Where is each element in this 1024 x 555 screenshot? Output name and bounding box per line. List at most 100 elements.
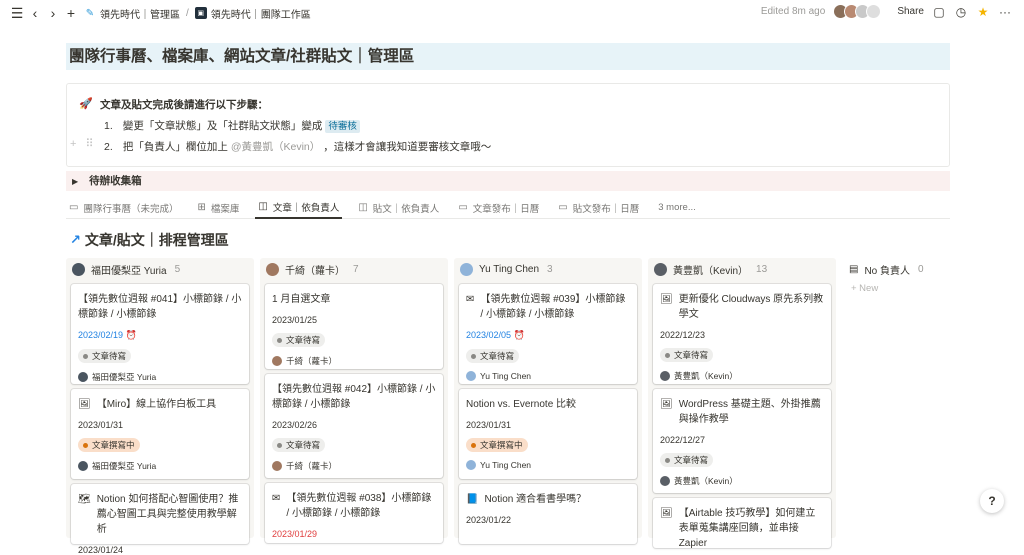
avatar — [460, 262, 473, 276]
board-card[interactable]: Notion vs. Evernote 比較 2023/01/31 文章撰寫中 … — [459, 389, 637, 479]
card-owner: 福田優梨亞 Yuria — [78, 371, 242, 383]
card-title: 【領先數位週報 #041】小標節錄 / 小標節錄 / 小標節錄 — [78, 294, 242, 320]
help-button[interactable]: ? — [980, 489, 1004, 513]
calendar-icon: ▭ — [69, 202, 79, 213]
card-date: 2023/02/05 ⏰ — [466, 330, 525, 340]
card-title: 1 月自選文章 — [272, 294, 331, 305]
status-badge: 文章待寫 — [660, 348, 714, 362]
board-card[interactable]: 🖼 更新優化 Cloudways 原先系列教學文 2022/12/23 文章待寫 … — [653, 284, 831, 384]
tab-more[interactable]: 3 more... — [655, 197, 699, 219]
inbox-icon: ▤ — [849, 263, 859, 275]
card-date: 2023/02/19 ⏰ — [78, 330, 137, 340]
page-title[interactable]: 團隊行事曆、檔案庫、網站文章/社群貼文｜管理區 — [66, 43, 950, 70]
board-card[interactable]: ✉ 【領先數位週報 #039】小標節錄 / 小標節錄 / 小標節錄 2023/02… — [459, 284, 637, 384]
avatar — [72, 262, 85, 276]
comment-icon[interactable]: ▢ — [932, 5, 946, 19]
card-date: 2023/01/22 — [466, 515, 512, 525]
status-tag: 待審核 — [325, 120, 360, 133]
more-options-icon[interactable]: ··· — [998, 5, 1012, 19]
calendar-icon: ▭ — [558, 202, 568, 213]
avatar — [272, 461, 282, 471]
tab-posts-by-owner[interactable]: ◫ 貼文｜依負責人 — [355, 197, 442, 219]
breadcrumb-item-workspace[interactable]: 領先時代｜團隊工作區 — [211, 6, 311, 21]
tab-label: 貼文｜依負責人 — [372, 203, 440, 215]
board-icon: ◫ — [358, 202, 368, 213]
callout-step-2: 2. 把「負責人」欄位加上 @黃豊凱（Kevin） ，這樣才會讓我知道要審核文章… — [104, 139, 491, 154]
toggle-label: 待辦收集箱 — [89, 175, 142, 187]
card-title: 🖼 【Airtable 技巧教學】如何建立表單蒐集講座回饋，並串接 Zapier — [660, 508, 816, 549]
status-badge: 文章待寫 — [272, 333, 326, 347]
card-date: 2023/01/31 — [78, 420, 124, 430]
column-header[interactable]: ▤ No 負責人 0 — [843, 258, 1024, 280]
column-count: 7 — [353, 263, 359, 275]
callout-step-1: 1. 變更「文章狀態」及「社群貼文狀態」變成 待審核 — [104, 118, 360, 133]
column-header[interactable]: Yu Ting Chen 3 — [454, 258, 642, 280]
board-icon: ◫ — [258, 201, 268, 212]
status-dot — [277, 337, 282, 343]
clock-history-icon[interactable]: ◷ — [954, 5, 968, 19]
step-number: 2. — [104, 141, 113, 153]
column-count: 3 — [547, 263, 553, 275]
status-badge: 文章待寫 — [466, 349, 520, 363]
column-header[interactable]: 福田優梨亞 Yuria 5 — [66, 258, 254, 280]
board-card[interactable]: 🖼 【Miro】線上協作白板工具 2023/01/31 文章撰寫中 福田優梨亞 Y… — [71, 389, 249, 479]
avatar — [654, 262, 667, 276]
drag-handle-icon[interactable]: + ⠿ — [70, 137, 97, 150]
user-mention[interactable]: @黃豊凱（Kevin） — [231, 141, 320, 153]
miro-icon: 🖼 — [78, 399, 91, 410]
column-name: No 負責人 — [864, 265, 911, 277]
board-card[interactable]: 1 月自選文章 2023/01/25 文章待寫 千綺（蘿卡） — [265, 284, 443, 369]
board-card[interactable]: 🗺 Notion 如何搭配心智圖使用？推薦心智圖工具與完整使用教學解析 2023/… — [71, 484, 249, 555]
rocket-icon: 🚀 — [79, 98, 93, 110]
status-dot — [471, 353, 476, 359]
sidebar-menu-icon[interactable]: ☰ — [8, 4, 26, 22]
card-owner: 黃豊凱（Kevin） — [660, 370, 824, 382]
star-icon[interactable]: ★ — [976, 5, 990, 19]
add-page-icon[interactable]: + — [62, 4, 80, 22]
tab-file-library[interactable]: ⊞ 檔案庫 — [194, 197, 242, 219]
avatar — [660, 371, 670, 381]
column-header[interactable]: 千綺（蘿卡） 7 — [260, 258, 448, 280]
tab-label: 團隊行事曆（未完成） — [83, 203, 179, 215]
board-card[interactable]: ✉ 【領先數位週報 #038】小標節錄 / 小標節錄 / 小標節錄 2023/01… — [265, 483, 443, 543]
column-header[interactable]: 黃豊凱（Kevin） 13 — [648, 258, 836, 280]
board-card[interactable]: 🖼 【Airtable 技巧教學】如何建立表單蒐集講座回饋，並串接 Zapier — [653, 498, 831, 549]
calendar-icon: ▭ — [458, 202, 468, 213]
avatar — [272, 356, 282, 366]
card-title: 🖼 WordPress 基礎主題、外掛推薦與操作教學 — [660, 399, 821, 425]
board-card[interactable]: 【領先數位週報 #041】小標節錄 / 小標節錄 / 小標節錄 2023/02/… — [71, 284, 249, 384]
tab-article-calendar[interactable]: ▭ 文章發布｜日曆 — [455, 197, 542, 219]
workspace-logo-icon: ▣ — [194, 7, 207, 19]
board-title[interactable]: ↗ 文章/貼文｜排程管理區 — [70, 230, 229, 250]
board-card[interactable]: 🖼 WordPress 基礎主題、外掛推薦與操作教學 2022/12/27 文章待… — [653, 389, 831, 493]
status-badge: 文章待寫 — [78, 349, 132, 363]
card-title: 🖼 更新優化 Cloudways 原先系列教學文 — [660, 294, 824, 320]
card-owner: Yu Ting Chen — [466, 460, 630, 470]
page-thumbnail-icon: 🖼 — [660, 294, 673, 305]
table-icon: ⊞ — [197, 202, 206, 213]
new-card-button[interactable]: + New — [843, 283, 1024, 294]
alarm-clock-icon: ⏰ — [513, 330, 525, 340]
tab-articles-by-owner[interactable]: ◫ 文章｜依負責人 — [255, 197, 343, 219]
toggle-triangle-icon[interactable]: ▶ — [72, 177, 78, 186]
breadcrumb-item-management[interactable]: 領先時代｜管理區 — [100, 6, 180, 21]
collaborator-avatars[interactable] — [833, 4, 882, 19]
board-card[interactable]: 【領先數位週報 #042】小標節錄 / 小標節錄 / 小標節錄 2023/02/… — [265, 374, 443, 478]
toggle-block[interactable]: ▶ 待辦收集箱 — [66, 171, 950, 191]
share-button[interactable]: Share — [897, 6, 924, 17]
status-dot — [665, 457, 670, 463]
tab-label: 文章｜依負責人 — [272, 202, 340, 214]
card-date: 2023/01/25 — [272, 315, 318, 325]
board-card[interactable]: 📘 Notion 適合看書學嗎？ 2023/01/22 — [459, 484, 637, 544]
tab-calendar-incomplete[interactable]: ▭ 團隊行事曆（未完成） — [66, 197, 181, 219]
envelope-icon: ✉ — [466, 294, 475, 305]
forward-arrow-icon[interactable]: › — [44, 4, 62, 22]
tab-post-calendar[interactable]: ▭ 貼文發布｜日曆 — [555, 197, 642, 219]
card-date: 2022/12/27 — [660, 435, 706, 445]
tab-label: 文章發布｜日曆 — [472, 203, 540, 215]
step-number: 1. — [104, 120, 113, 132]
page-thumbnail-icon: 🖼 — [660, 508, 673, 519]
back-arrow-icon[interactable]: ‹ — [26, 4, 44, 22]
linked-database-icon: ↗ — [70, 232, 81, 247]
status-dot — [83, 442, 88, 448]
